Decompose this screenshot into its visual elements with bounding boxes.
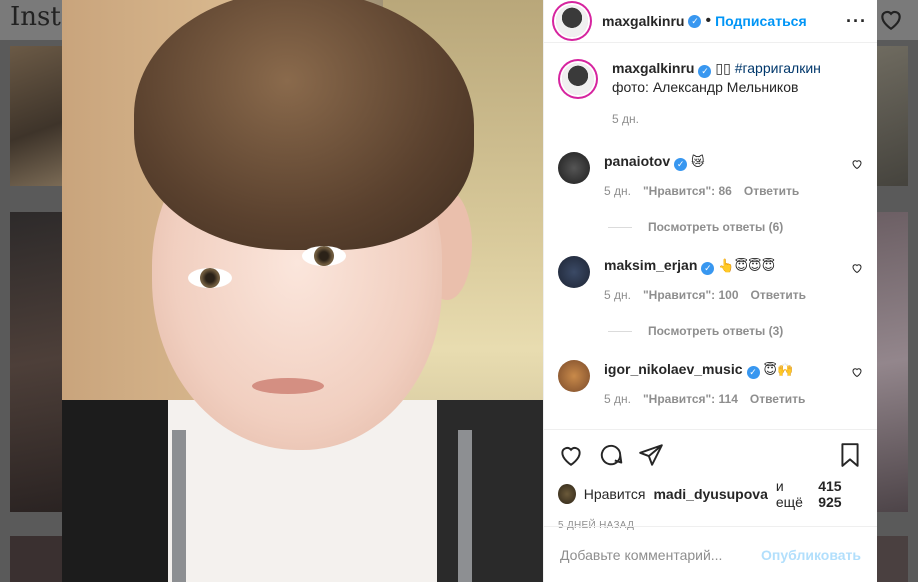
caption-username[interactable]: maxgalkinru: [612, 60, 694, 76]
publish-button[interactable]: Опубликовать: [761, 547, 861, 563]
post-header: maxgalkinru ✓ • Подписаться ···: [544, 0, 877, 43]
feed-thumbnail[interactable]: [876, 212, 908, 512]
caption: maxgalkinru ✓ ▯▯ #гарригалкин фото: Алекс…: [558, 59, 863, 128]
feed-thumbnail[interactable]: [876, 46, 908, 186]
comments-list[interactable]: maxgalkinru ✓ ▯▯ #гарригалкин фото: Алекс…: [544, 43, 877, 429]
comment-likes[interactable]: "Нравится": 114: [643, 390, 738, 408]
liker-username[interactable]: madi_dyusupova: [653, 486, 767, 502]
post-side-panel: maxgalkinru ✓ • Подписаться ··· maxgalki…: [543, 0, 877, 582]
likes-prefix: Нравится: [583, 486, 646, 502]
likes-count[interactable]: 415 925: [818, 478, 863, 510]
verified-badge-icon: ✓: [688, 14, 702, 28]
comment-age[interactable]: 5 дн.: [604, 182, 631, 200]
comment-age[interactable]: 5 дн.: [604, 390, 631, 408]
comment-item: maksim_erjan ✓ 👆😇😇😇 5 дн. "Нравится": 100…: [558, 256, 863, 304]
verified-badge-icon: ✓: [698, 65, 712, 78]
separator-dot: •: [705, 12, 712, 29]
avatar[interactable]: [558, 256, 590, 288]
avatar[interactable]: [558, 360, 590, 392]
author-username[interactable]: maxgalkinru: [602, 13, 684, 29]
heart-icon[interactable]: [878, 6, 904, 32]
more-options-icon[interactable]: ···: [846, 11, 867, 32]
likes-summary: Нравится madi_dyusupova и ещё 415 925: [558, 478, 863, 510]
like-comment-icon[interactable]: [851, 158, 863, 170]
avatar[interactable]: [556, 5, 588, 37]
share-send-icon[interactable]: [638, 442, 664, 468]
feed-thumbnail[interactable]: [876, 536, 908, 582]
reply-button[interactable]: Ответить: [744, 182, 799, 200]
avatar[interactable]: [558, 152, 590, 184]
comment-username[interactable]: panaiotov: [604, 153, 670, 169]
comment-item: panaiotov ✓ 😿 5 дн. "Нравится": 86 Ответи…: [558, 152, 863, 200]
action-icons: [558, 438, 863, 472]
comment-input[interactable]: [560, 546, 762, 563]
bookmark-icon[interactable]: [837, 442, 863, 468]
comment-bubble-icon[interactable]: [598, 442, 624, 468]
comment-text: 👆😇😇😇: [718, 259, 776, 274]
comment-text: 😇🙌: [763, 363, 794, 378]
caption-age[interactable]: 5 дн.: [612, 110, 639, 128]
comment-username[interactable]: maksim_erjan: [604, 257, 697, 273]
comment-item: igor_nikolaev_music ✓ 😇🙌 5 дн. "Нравится"…: [558, 360, 863, 408]
verified-badge-icon: ✓: [746, 366, 760, 379]
post-photo[interactable]: [62, 0, 543, 582]
caption-text: фото: Александр Мельников: [612, 79, 799, 95]
verified-badge-icon: ✓: [701, 262, 715, 275]
post-modal: maxgalkinru ✓ • Подписаться ··· maxgalki…: [62, 0, 877, 582]
reply-button[interactable]: Ответить: [751, 286, 806, 304]
avatar[interactable]: [562, 63, 594, 95]
like-comment-icon[interactable]: [851, 366, 863, 378]
feed-thumbnail[interactable]: [10, 536, 62, 582]
like-comment-icon[interactable]: [851, 262, 863, 274]
view-replies-button[interactable]: Посмотреть ответы (3): [608, 324, 863, 338]
feed-thumbnail[interactable]: [10, 212, 62, 512]
comment-text: 😿: [691, 155, 705, 170]
add-comment-bar: Опубликовать: [544, 526, 877, 582]
likes-middle: и ещё: [775, 478, 803, 510]
caption-emoji: ▯▯: [715, 60, 731, 76]
reply-button[interactable]: Ответить: [750, 390, 805, 408]
follow-button[interactable]: Подписаться: [715, 13, 807, 29]
comment-likes[interactable]: "Нравится": 100: [643, 286, 739, 304]
view-replies-button[interactable]: Посмотреть ответы (6): [608, 220, 863, 234]
comment-username[interactable]: igor_nikolaev_music: [604, 361, 743, 377]
feed-thumbnail[interactable]: [10, 46, 62, 186]
view-replies-label: Посмотреть ответы (6): [648, 220, 784, 234]
verified-badge-icon: ✓: [674, 158, 688, 171]
view-replies-label: Посмотреть ответы (3): [648, 324, 784, 338]
avatar[interactable]: [558, 484, 576, 504]
comment-likes[interactable]: "Нравится": 86: [643, 182, 732, 200]
like-heart-icon[interactable]: [558, 442, 584, 468]
comment-age[interactable]: 5 дн.: [604, 286, 631, 304]
hashtag-link[interactable]: #гарригалкин: [735, 60, 821, 76]
